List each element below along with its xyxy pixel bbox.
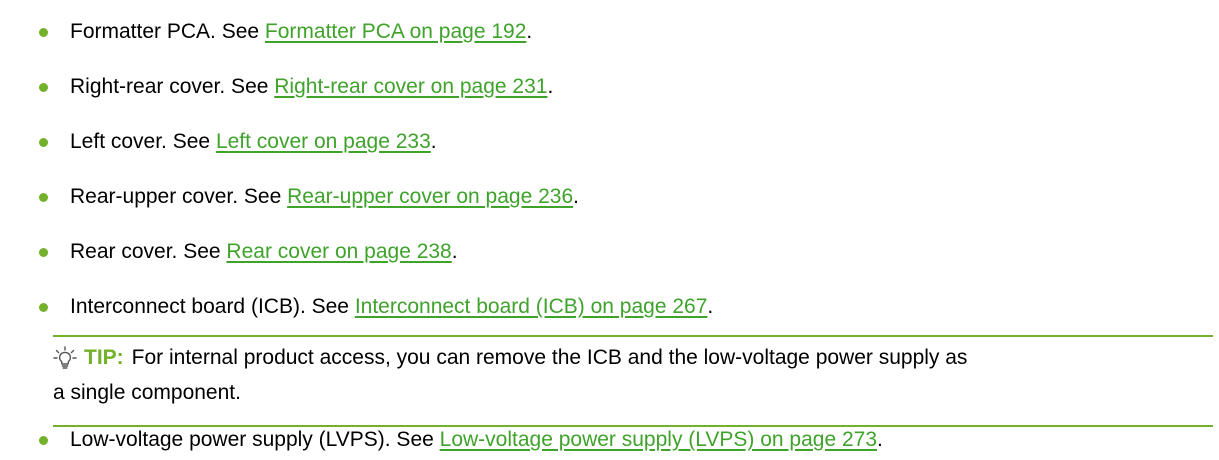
list-item-suffix: . [451, 240, 458, 263]
list-item-prefix: Formatter PCA. See [70, 20, 265, 43]
tip-body: TIP: For internal product access, you can… [84, 342, 1209, 374]
list-item-text: Low-voltage power supply (LVPS). See Low… [70, 425, 883, 455]
bullet-icon [39, 436, 48, 445]
list-item-prefix: Right-rear cover. See [70, 75, 275, 98]
list-item-text: Left cover. See Left cover on page 233. [70, 127, 437, 157]
list-item-prefix: Rear-upper cover. See [70, 185, 288, 208]
cross-reference-link[interactable]: Rear-upper cover on page 236 [287, 185, 573, 208]
bullet-icon [39, 138, 48, 147]
tip-body-continued: a single component. [53, 377, 1178, 409]
tip-top-rule [53, 335, 1213, 337]
tip-label: TIP: [84, 346, 124, 369]
list-item-text: Rear-upper cover. See Rear-upper cover o… [70, 182, 579, 212]
list-item-text: Right-rear cover. See Right-rear cover o… [70, 72, 553, 102]
list-item-text: Formatter PCA. See Formatter PCA on page… [70, 17, 532, 47]
list-item-prefix: Low-voltage power supply (LVPS). See [70, 428, 440, 451]
list-item-prefix: Interconnect board (ICB). See [70, 295, 355, 318]
tip-text-line-2: a single component. [53, 381, 241, 404]
list-item-text: Rear cover. See Rear cover on page 238. [70, 237, 458, 267]
bullet-icon [39, 83, 48, 92]
list-item-prefix: Rear cover. See [70, 240, 227, 263]
list-item-suffix: . [526, 20, 533, 43]
list-item-prefix: Left cover. See [70, 130, 216, 153]
cross-reference-link[interactable]: Left cover on page 233 [216, 130, 431, 153]
list-item-suffix: . [430, 130, 437, 153]
tip-text-line-1: For internal product access, you can rem… [131, 346, 968, 369]
cross-reference-link[interactable]: Low-voltage power supply (LVPS) on page … [440, 428, 877, 451]
bullet-icon [39, 193, 48, 202]
list-item-suffix: . [707, 295, 714, 318]
list-item-suffix: . [547, 75, 554, 98]
lightbulb-icon [53, 346, 77, 369]
list-item-text: Interconnect board (ICB). See Interconne… [70, 292, 713, 322]
cross-reference-link[interactable]: Rear cover on page 238 [226, 240, 451, 263]
bullet-icon [39, 303, 48, 312]
cross-reference-link[interactable]: Interconnect board (ICB) on page 267 [355, 295, 708, 318]
list-item-suffix: . [573, 185, 579, 208]
cross-reference-link[interactable]: Right-rear cover on page 231 [274, 75, 547, 98]
list-item-suffix: . [877, 428, 883, 451]
cross-reference-link[interactable]: Formatter PCA on page 192 [265, 20, 527, 43]
bullet-icon [39, 248, 48, 257]
bullet-icon [39, 28, 48, 37]
